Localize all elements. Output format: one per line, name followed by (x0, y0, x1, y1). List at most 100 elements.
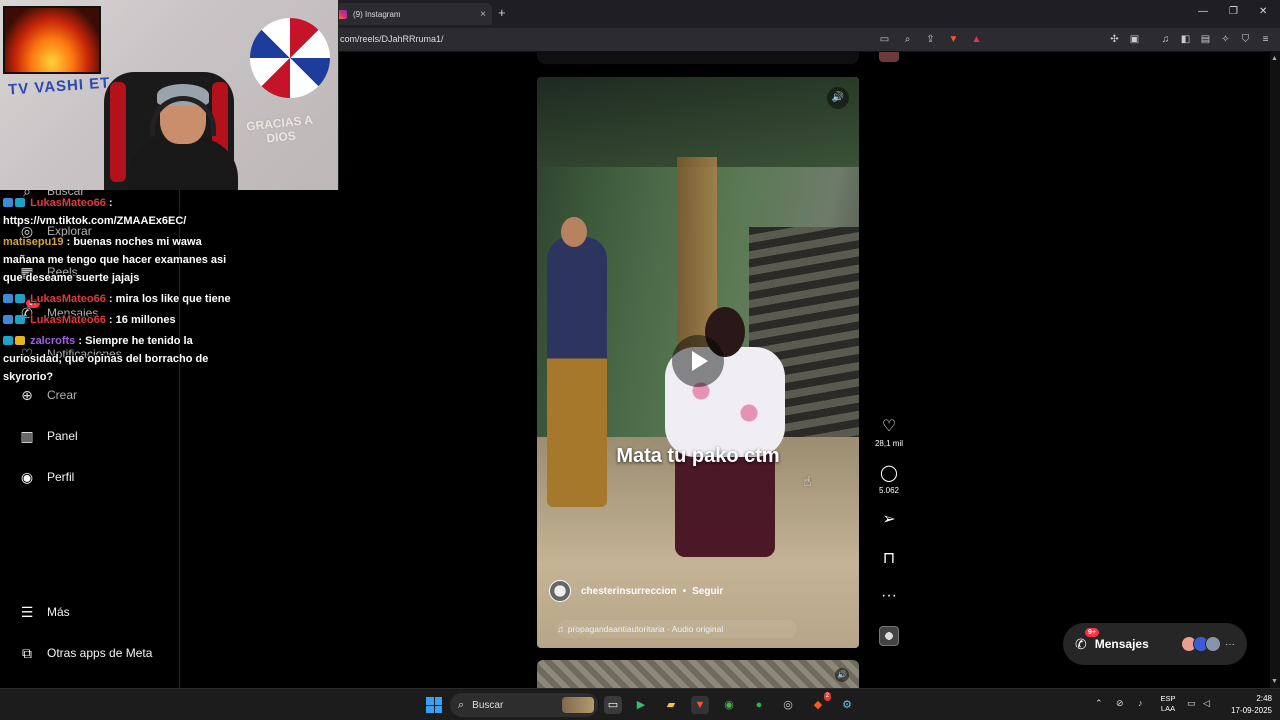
audio-thumbnail[interactable] (879, 626, 899, 646)
share-page-icon[interactable]: ⇪ (924, 33, 937, 46)
chat-badge-icon (15, 315, 25, 324)
bookmark-icon: ⊓ (882, 550, 896, 567)
sidebar-item-dashboard[interactable]: ▥ Panel (18, 427, 77, 445)
app-icon[interactable]: ◆ 2 (809, 692, 831, 714)
audio-track[interactable]: ♫ propagandaantiautoritaria · Audio orig… (557, 620, 797, 638)
extensions-icon[interactable]: ✣ (1108, 33, 1121, 46)
chat-username: matisepu19 (3, 236, 64, 248)
save-button[interactable]: ⊓ (870, 549, 908, 569)
more-options-button[interactable]: ··· (870, 586, 908, 606)
windows-taskbar: ⌕ Buscar ▭ ▶ ▰ ▼ ◉ ● ◎ ◆ 2 ⚙ ⌃ ⊘ ♪ ESP LA… (0, 688, 1280, 720)
file-explorer-icon[interactable]: ▰ (662, 696, 680, 714)
minimize-button[interactable]: — (1198, 6, 1208, 17)
messages-pill-label: Mensajes (1094, 637, 1149, 651)
chat-message: LukasMateo66 : mira los like que tiene (3, 290, 235, 308)
tray-expand-icon[interactable]: ⌃ (1095, 698, 1103, 709)
message-avatars (1181, 636, 1221, 652)
more-icon[interactable]: ··· (1225, 639, 1235, 650)
play-button[interactable] (672, 335, 724, 387)
chat-badge-icon (15, 336, 25, 345)
windows-start-icon[interactable] (426, 697, 442, 713)
search-highlight-image (562, 697, 594, 713)
avatar-icon: ◉ (20, 469, 34, 485)
sidebar-item-meta-apps[interactable]: ⧉ Otras apps de Meta (18, 644, 152, 662)
messages-pill[interactable]: ✆ 9+ Mensajes ··· (1063, 623, 1247, 665)
obs-icon[interactable]: ◎ (779, 696, 797, 714)
comment-button[interactable]: ◯ 5.062 (870, 464, 908, 495)
separator: • (682, 585, 687, 597)
chat-badge-icon (3, 315, 13, 324)
chat-username: LukasMateo66 (30, 314, 106, 326)
like-button[interactable]: ♡ 28,1 mil (870, 417, 908, 448)
next-reel-preview[interactable]: 🔊 (537, 660, 859, 688)
network-off-icon[interactable]: ⊘ (1116, 698, 1124, 709)
webcam-overlay: TV VASHI ET GRACIAS A DIOS (0, 0, 339, 190)
spotify-icon[interactable]: ● (750, 696, 768, 714)
language-indicator[interactable]: ESP LAA (1158, 694, 1178, 714)
display-icon[interactable]: ▭ (1187, 698, 1196, 709)
chat-text: 16 millones (112, 314, 176, 326)
dashboard-icon: ▥ (20, 428, 34, 444)
chat-badge-icon (15, 198, 25, 207)
chat-message: matisepu19 : buenas noches mi wawa mañan… (3, 236, 227, 284)
streamer-body (128, 138, 238, 190)
brave-rewards-icon[interactable]: ▲ (970, 33, 983, 46)
chat-username: LukasMateo66 (30, 197, 106, 209)
screenshot-icon[interactable]: ▣ (1128, 33, 1141, 46)
search-icon: ⌕ (458, 698, 465, 711)
wallet-icon[interactable]: ▤ (1199, 33, 1212, 46)
previous-reel-thumbnail (879, 52, 899, 62)
brave-browser-icon[interactable]: ▼ (691, 696, 709, 714)
flag-decoration (250, 18, 330, 98)
zoom-icon[interactable]: ⌕ (901, 33, 914, 46)
volume-icon[interactable]: 🔊 (827, 87, 849, 109)
heart-icon: ♡ (881, 418, 897, 435)
follow-button[interactable]: Seguir (692, 586, 723, 597)
scroll-down-icon[interactable]: ▼ (1271, 678, 1278, 685)
maximize-button[interactable]: ❐ (1229, 6, 1238, 17)
chat-text: mira los like que tiene (112, 293, 231, 305)
steam-icon[interactable]: ⚙ (838, 696, 856, 714)
author-username[interactable]: chesterinsurreccion (581, 586, 677, 597)
avatar (1205, 636, 1221, 652)
author-avatar[interactable] (549, 580, 571, 602)
page-scrollbar[interactable] (1270, 52, 1280, 688)
taskbar-clock[interactable]: 2:48 17-09-2025 (1226, 693, 1272, 717)
tab-title: (9) Instagram (353, 9, 401, 19)
taskbar-badge: 2 (823, 692, 831, 701)
sidebar-item-more[interactable]: ☰ Más (18, 603, 70, 621)
video-caption: Mata tu pako ctm (616, 445, 780, 467)
fireplace-screen (3, 6, 101, 74)
sidebar-toggle-icon[interactable]: ◧ (1179, 33, 1192, 46)
screen: (9) Instagram × + — ❐ ✕ com/reels/DJahRR… (0, 0, 1280, 720)
chrome-icon[interactable]: ◉ (720, 696, 738, 714)
meta-apps-icon: ⧉ (22, 645, 32, 661)
volume-icon[interactable]: 🔊 (835, 668, 849, 682)
video-scene (537, 77, 859, 167)
browser-menu-icon[interactable]: ≡ (1259, 33, 1272, 46)
scroll-up-icon[interactable]: ▲ (1271, 55, 1278, 62)
task-view-icon[interactable]: ▭ (604, 696, 622, 714)
volume-icon[interactable]: ◁ (1203, 698, 1210, 709)
chat-username: LukasMateo66 (30, 293, 106, 305)
media-icon[interactable]: ♫ (1159, 33, 1172, 46)
new-tab-button[interactable]: + (498, 5, 506, 20)
vpn-icon[interactable]: ⛉ (1239, 33, 1252, 46)
comment-icon: ◯ (880, 465, 898, 482)
share-button[interactable]: ➢ (870, 510, 908, 530)
sidebar-item-profile[interactable]: ◉ Perfil (18, 468, 74, 486)
brave-shields-icon[interactable]: ▼ (947, 33, 960, 46)
tab-close-icon[interactable]: × (480, 9, 486, 20)
app-icon[interactable]: ▶ (632, 696, 650, 714)
taskbar-search[interactable]: ⌕ Buscar (450, 693, 598, 717)
reel-author: chesterinsurreccion • Seguir (549, 580, 723, 602)
url-field[interactable]: com/reels/DJahRRruma1/ (340, 34, 444, 44)
cast-icon[interactable]: ▭ (878, 33, 891, 46)
leo-ai-icon[interactable]: ✧ (1219, 33, 1232, 46)
chat-message: LukasMateo66 : https://vm.tiktok.com/ZMA… (3, 197, 187, 227)
hand-cursor-icon: ☝ (803, 473, 812, 489)
tab-instagram[interactable]: (9) Instagram × (332, 3, 492, 25)
microphone-icon[interactable]: ♪ (1138, 698, 1143, 708)
reel-video[interactable]: 🔊 Mata tu pako ctm chesterinsurreccion •… (537, 77, 859, 648)
close-window-button[interactable]: ✕ (1259, 6, 1267, 17)
